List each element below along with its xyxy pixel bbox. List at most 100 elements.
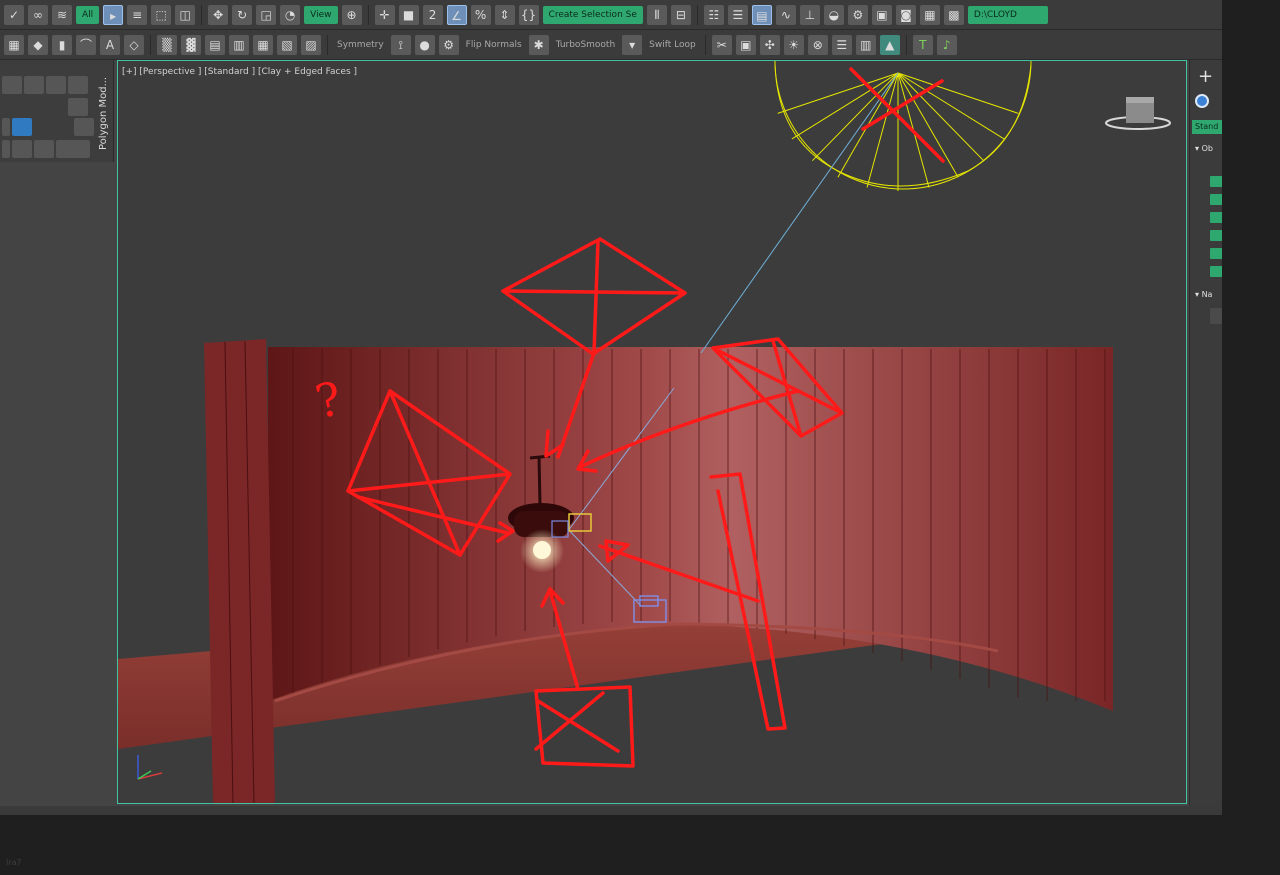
object-type-rollout-header[interactable]: ▾ Ob (1195, 144, 1213, 153)
particles-icon[interactable]: ✣ (759, 34, 780, 55)
vertex-mode-button[interactable] (2, 76, 22, 94)
pivot-center-icon[interactable]: ⊕ (341, 4, 362, 25)
layers-icon[interactable]: ☰ (831, 34, 852, 55)
align-icon[interactable]: ⊟ (670, 4, 691, 25)
material-slot-3-icon[interactable]: ▤ (205, 34, 225, 55)
separator (150, 34, 151, 55)
sun-icon[interactable]: ☀ (783, 34, 804, 55)
percent-snap-icon[interactable]: % (470, 4, 491, 25)
flip-normals-button[interactable]: Flip Normals (463, 40, 525, 50)
loop-button[interactable] (56, 140, 90, 158)
grow-button[interactable] (2, 140, 10, 158)
snaps-toggle-icon[interactable]: 2 (422, 4, 443, 25)
grid-icon[interactable]: ▦ (4, 34, 24, 55)
material-editor-icon[interactable]: ◒ (823, 4, 844, 25)
name-field[interactable] (1210, 308, 1222, 324)
shrink-button[interactable] (12, 140, 32, 158)
cylinder-icon[interactable]: ▮ (52, 34, 72, 55)
render-icon[interactable]: ▣ (735, 34, 756, 55)
swift-loop-button[interactable]: Swift Loop (646, 40, 699, 50)
material-slot-2-icon[interactable]: ▓ (181, 34, 201, 55)
geometry-category-icon[interactable] (1195, 94, 1209, 108)
object-type-button-6[interactable] (1210, 266, 1222, 277)
turbosquid-icon[interactable]: T (912, 34, 933, 55)
sphere-icon[interactable]: ● (414, 34, 435, 55)
element-mode-button[interactable] (68, 98, 88, 116)
rollout-title: Ob (1201, 144, 1213, 153)
cut-icon[interactable]: ✂ (711, 34, 732, 55)
border-mode-button[interactable] (46, 76, 66, 94)
separator (327, 34, 328, 55)
grid-icon[interactable]: ▩ (943, 4, 964, 25)
select-manipulate-icon[interactable]: ✛ (374, 4, 395, 25)
turbosmooth-icon[interactable]: ✱ (528, 34, 549, 55)
spinner-snap-icon[interactable]: ⇕ (494, 4, 515, 25)
modifier-stack-button[interactable] (12, 118, 32, 136)
edit-named-selection-icon[interactable]: {} (518, 4, 539, 25)
material-slot-7-icon[interactable]: ▨ (301, 34, 321, 55)
named-selection-sets-dropdown[interactable]: Create Selection Se (542, 5, 643, 24)
select-object-icon[interactable]: ▸ (103, 4, 124, 25)
ngon-icon[interactable]: ◇ (124, 34, 144, 55)
perspective-viewport[interactable]: [+] [Perspective ] [Standard ] [Clay + E… (117, 60, 1187, 804)
ribbon-toggle-icon[interactable]: ▤ (751, 4, 772, 25)
tree-icon[interactable]: ▲ (879, 34, 900, 55)
material-slot-4-icon[interactable]: ▥ (229, 34, 249, 55)
material-slot-5-icon[interactable]: ▦ (253, 34, 273, 55)
edit-button[interactable] (2, 118, 10, 136)
scene-explorer-icon[interactable]: ☷ (703, 4, 724, 25)
curve-editor-icon[interactable]: ∿ (775, 4, 796, 25)
create-tab[interactable]: + (1198, 66, 1213, 87)
view-cube[interactable] (1105, 97, 1171, 130)
turbosmooth-button[interactable]: TurboSmooth (553, 40, 618, 50)
render-frame-icon[interactable]: ▣ (871, 4, 892, 25)
placement-icon[interactable]: ◔ (280, 4, 301, 25)
name-color-rollout-header[interactable]: ▾ Na (1195, 290, 1212, 299)
link-icon[interactable]: ∞ (28, 4, 48, 25)
project-folder-field[interactable]: D:\CLOYD (967, 5, 1048, 24)
object-type-button-5[interactable] (1210, 248, 1222, 259)
object-type-button-3[interactable] (1210, 212, 1222, 223)
material-slot-1-icon[interactable]: ▒ (157, 34, 177, 55)
move-icon[interactable]: ✥ (208, 4, 229, 25)
viewport-label-menu[interactable]: [+] [Perspective ] [Standard ] [Clay + E… (122, 67, 357, 77)
render-production-icon[interactable]: ◙ (895, 4, 916, 25)
ring-button[interactable] (34, 140, 54, 158)
schematic-view-icon[interactable]: ⊥ (799, 4, 820, 25)
angle-snap-icon[interactable]: ∠ (446, 4, 467, 25)
object-type-button-2[interactable] (1210, 194, 1222, 205)
polygon-modeling-tab[interactable]: Polygon Mod... (95, 66, 113, 160)
plugin-icon[interactable]: ♪ (936, 34, 957, 55)
texture-icon[interactable]: ▥ (855, 34, 876, 55)
edge-mode-button[interactable] (24, 76, 44, 94)
material-slot-6-icon[interactable]: ▧ (277, 34, 297, 55)
bucket-icon[interactable]: ▾ (622, 34, 643, 55)
rect-selection-icon[interactable]: ⬚ (151, 4, 172, 25)
object-type-button-1[interactable] (1210, 176, 1222, 187)
symmetry-button[interactable]: Symmetry (334, 40, 387, 50)
rotate-icon[interactable]: ↻ (232, 4, 253, 25)
layer-explorer-icon[interactable]: ☰ (727, 4, 748, 25)
box-icon[interactable]: ◆ (28, 34, 48, 55)
scale-icon[interactable]: ◲ (256, 4, 277, 25)
keyboard-shortcut-icon[interactable]: ■ (398, 4, 419, 25)
select-by-name-icon[interactable]: ≡ (127, 4, 148, 25)
text-shape-icon[interactable]: A (100, 34, 120, 55)
gear-modifier-icon[interactable]: ⚙ (438, 34, 459, 55)
mirror-icon[interactable]: ⫴ (646, 4, 667, 25)
selection-filter-dropdown[interactable]: All (76, 5, 100, 24)
object-type-button-4[interactable] (1210, 230, 1222, 241)
options-button[interactable] (74, 118, 94, 136)
bind-space-warp-icon[interactable]: ≋ (52, 4, 72, 25)
reference-coordinate-dropdown[interactable]: View (304, 5, 338, 24)
unlink-icon[interactable]: ✓ (4, 4, 24, 25)
helper-icon[interactable]: ⊗ (807, 34, 828, 55)
render-iterative-icon[interactable]: ▦ (919, 4, 940, 25)
polygon-mode-button[interactable] (68, 76, 88, 94)
separator (201, 4, 203, 25)
spline-icon[interactable]: ⌒ (76, 34, 96, 55)
primitive-type-dropdown[interactable]: Stand (1192, 120, 1222, 134)
window-crossing-icon[interactable]: ◫ (175, 4, 196, 25)
symmetry-icon[interactable]: ⟟ (390, 34, 411, 55)
render-setup-icon[interactable]: ⚙ (847, 4, 868, 25)
